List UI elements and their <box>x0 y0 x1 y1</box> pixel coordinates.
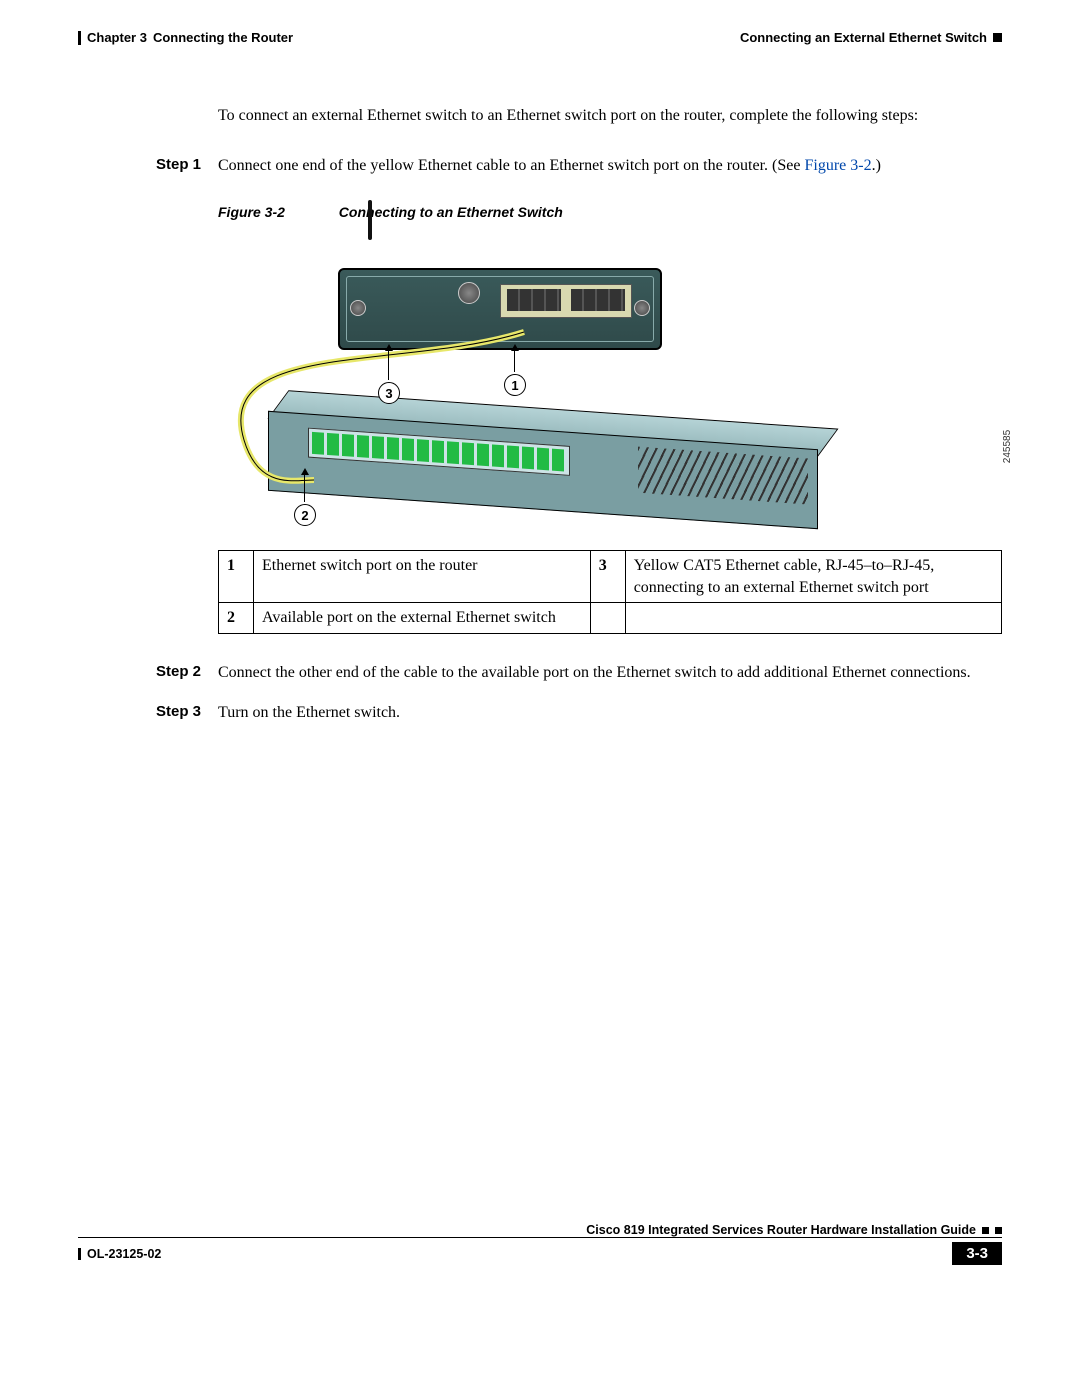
table-row: 1 Ethernet switch port on the router 3 Y… <box>219 551 1002 603</box>
ornament-square-icon <box>993 33 1002 42</box>
legend-1-text: Ethernet switch port on the router <box>254 551 591 603</box>
image-number: 245585 <box>1002 430 1013 463</box>
ethernet-switch-device <box>268 411 818 529</box>
legend-3-num: 3 <box>590 551 625 603</box>
ornament-square-icon <box>995 1227 1002 1234</box>
page-footer: Cisco 819 Integrated Services Router Har… <box>78 1223 1002 1265</box>
content-column: To connect an external Ethernet switch t… <box>218 105 1002 127</box>
screw-icon <box>634 300 650 316</box>
header-right: Connecting an External Ethernet Switch <box>740 30 1002 45</box>
legend-2-num: 2 <box>219 603 254 634</box>
table-row: 2 Available port on the external Etherne… <box>219 603 1002 634</box>
step-1-text: Connect one end of the yellow Ethernet c… <box>218 155 1002 177</box>
figure-legend-table: 1 Ethernet switch port on the router 3 Y… <box>218 550 1002 634</box>
footer-rule <box>78 1237 1002 1238</box>
step-1: Step 1 Connect one end of the yellow Eth… <box>156 155 1002 177</box>
chapter-title: Connecting the Router <box>153 30 293 45</box>
ornament-square-icon <box>982 1227 989 1234</box>
screw-icon <box>458 282 480 304</box>
router-device <box>338 268 662 350</box>
legend-empty-text <box>625 603 1001 634</box>
arrow-icon <box>388 350 389 380</box>
legend-3-text: Yellow CAT5 Ethernet cable, RJ-45–to–RJ-… <box>625 551 1001 603</box>
figure-caption: Figure 3-2 Connecting to an Ethernet Swi… <box>218 204 1002 220</box>
header-left: Chapter 3 Connecting the Router <box>78 30 293 45</box>
step-3: Step 3 Turn on the Ethernet switch. <box>156 702 1002 724</box>
figure-title: Connecting to an Ethernet Switch <box>339 204 563 220</box>
callout-1: 1 <box>504 374 526 396</box>
guide-title: Cisco 819 Integrated Services Router Har… <box>586 1223 976 1237</box>
step-2-text: Connect the other end of the cable to th… <box>218 662 1002 684</box>
step-2-label: Step 2 <box>156 662 218 684</box>
legend-empty-num <box>590 603 625 634</box>
step-2: Step 2 Connect the other end of the cabl… <box>156 662 1002 684</box>
screw-icon <box>350 300 366 316</box>
step-3-text: Turn on the Ethernet switch. <box>218 702 1002 724</box>
arrow-icon <box>304 474 305 502</box>
intro-paragraph: To connect an external Ethernet switch t… <box>218 105 1002 127</box>
legend-1-num: 1 <box>219 551 254 603</box>
antenna-icon <box>368 200 372 240</box>
ornament-bar-icon <box>78 31 81 45</box>
section-title: Connecting an External Ethernet Switch <box>740 30 987 45</box>
page-number: 3-3 <box>952 1242 1002 1265</box>
arrow-icon <box>514 350 515 372</box>
ornament-bar-icon <box>78 1248 81 1260</box>
legend-2-text: Available port on the external Ethernet … <box>254 603 591 634</box>
page-header: Chapter 3 Connecting the Router Connecti… <box>78 30 1002 45</box>
router-ports <box>500 284 632 318</box>
figure-xref[interactable]: Figure 3-2 <box>804 157 871 174</box>
figure-number: Figure 3-2 <box>218 204 285 220</box>
chapter-label: Chapter 3 <box>87 30 147 45</box>
callout-2: 2 <box>294 504 316 526</box>
figure-3-2: 1 3 2 245585 <box>218 230 1002 540</box>
doc-number: OL-23125-02 <box>87 1247 161 1261</box>
step-3-label: Step 3 <box>156 702 218 724</box>
step-1-label: Step 1 <box>156 155 218 177</box>
